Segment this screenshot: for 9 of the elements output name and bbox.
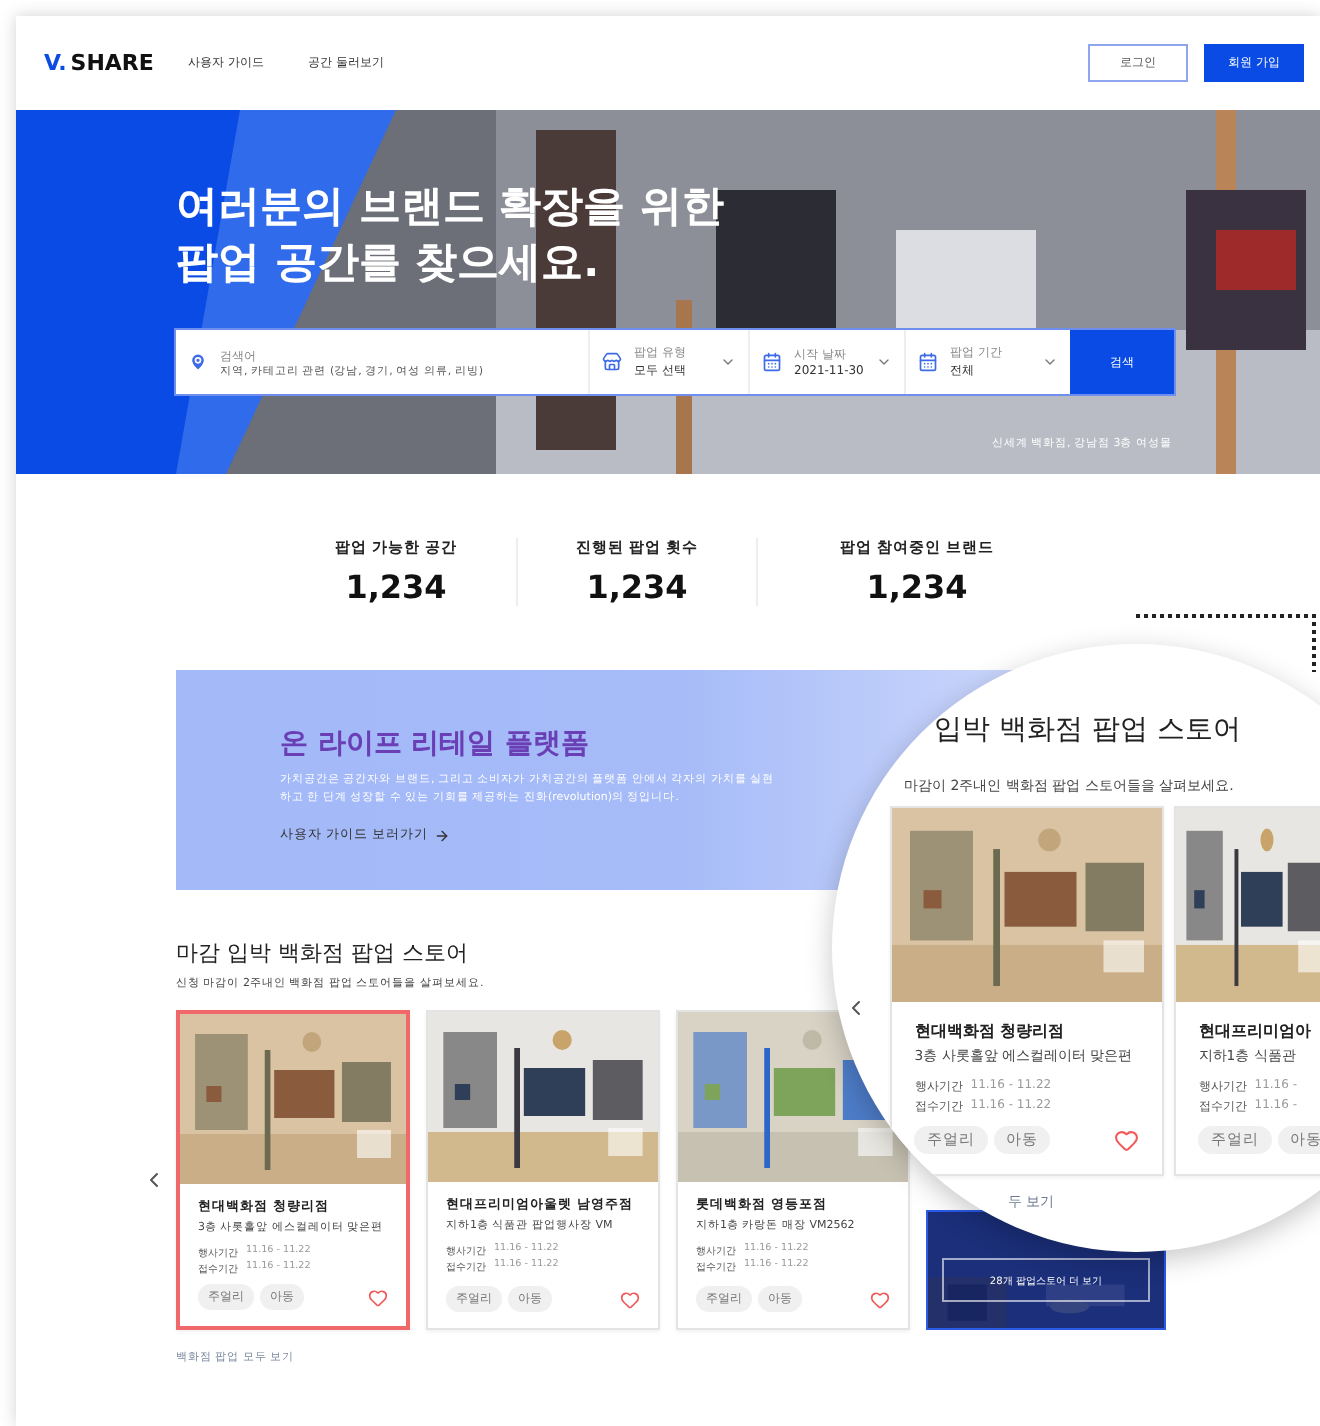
section-title: 입박 백화점 팝업 스토어	[934, 714, 1241, 746]
section-title: 마감 입박 백화점 팝업 스토어	[176, 938, 470, 968]
store-name: 현대백화점 청량리점	[914, 1019, 1067, 1042]
stat-value: 1,234	[345, 568, 447, 606]
store-name: 현대프리미엄아	[1198, 1019, 1310, 1042]
banner-title: 온 라이프 리테일 플랫폼	[280, 726, 590, 762]
logo[interactable]: V. SHARE	[44, 50, 188, 76]
stat-value: 1,234	[866, 568, 968, 606]
stat-value: 1,234	[586, 568, 688, 606]
